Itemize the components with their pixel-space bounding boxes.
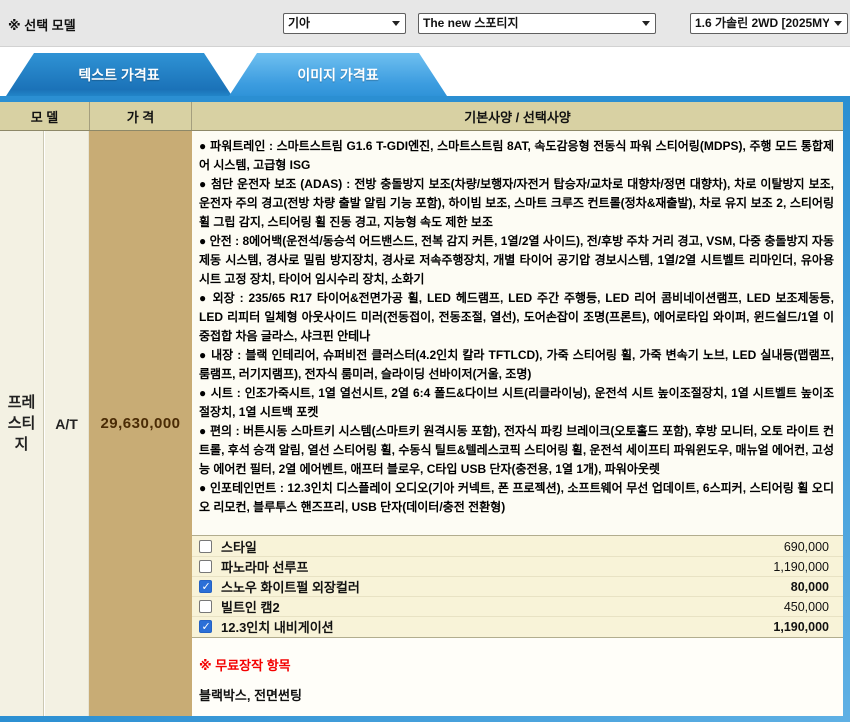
option-checkbox[interactable] [199, 580, 212, 593]
tab-text-price-table[interactable]: 텍스트 가격표 [6, 53, 232, 96]
table-header-model: 모 델 [0, 102, 90, 130]
base-price: 29,630,000 [100, 415, 180, 432]
brand-select[interactable]: 기아 [283, 13, 406, 34]
table-header-row: 모 델 가 격 기본사양 / 선택사양 [0, 102, 843, 131]
spec-item-interior: ● 내장 : 블랙 인테리어, 슈퍼비전 클러스터(4.2인치 칼라 TFTLC… [199, 346, 834, 384]
model-selector-bar: ※ 선택 모델 기아 The new 스포티지 1.6 가솔린 2WD [202… [0, 0, 850, 47]
spec-item-adas: ● 첨단 운전자 보조 (ADAS) : 전방 충돌방지 보조(차량/보행자/자… [199, 175, 834, 232]
spec-item-seat: ● 시트 : 인조가죽시트, 1열 열선시트, 2열 6:4 폴드&다이브 시트… [199, 384, 834, 422]
spec-item-infotainment: ● 인포테인먼트 : 12.3인치 디스플레이 오디오(기아 커넥트, 폰 프로… [199, 479, 834, 517]
model-select-wrap: The new 스포티지 [418, 13, 656, 34]
option-list: 스타일 690,000 파노라마 선루프 1,190,000 스노우 화이트펄 … [192, 535, 843, 637]
option-row-sunroof: 파노라마 선루프 1,190,000 [192, 557, 843, 577]
option-row-builtin-cam: 빌트인 캠2 450,000 [192, 597, 843, 617]
spec-item-convenience: ● 편의 : 버튼시동 스마트키 시스템(스마트키 원격시동 포함), 전자식 … [199, 422, 834, 479]
option-price: 1,190,000 [773, 620, 829, 634]
option-row-navigation: 12.3인치 내비게이션 1,190,000 [192, 617, 843, 636]
selected-model-label: ※ 선택 모델 [8, 15, 76, 34]
option-price: 690,000 [784, 540, 829, 554]
free-items-section: ※ 무료장작 항목 블랙박스, 전면썬팅 [192, 637, 843, 716]
option-checkbox[interactable] [199, 620, 212, 633]
tab-image-price-table[interactable]: 이미지 가격표 [229, 53, 447, 96]
trim-select-wrap: 1.6 가솔린 2WD [2025MY] [690, 13, 848, 34]
price-table-page: ※ 선택 모델 기아 The new 스포티지 1.6 가솔린 2WD [202… [0, 0, 850, 722]
tab-image-price-label: 이미지 가격표 [297, 65, 378, 85]
trim-name-cell: 프레스티지 [0, 131, 44, 716]
transmission-label: A/T [55, 416, 78, 432]
right-border-strip [843, 96, 850, 722]
bottom-border-strip [0, 716, 850, 722]
tab-text-price-label: 텍스트 가격표 [78, 65, 159, 85]
option-label: 스노우 화이트펄 외장컬러 [221, 577, 360, 596]
option-checkbox[interactable] [199, 560, 212, 573]
transmission-cell: A/T [45, 131, 89, 716]
option-label: 스타일 [221, 537, 257, 556]
base-spec-list: ● 파워트레인 : 스마트스트림 G1.6 T-GDI엔진, 스마트스트림 8A… [192, 131, 843, 535]
spec-item-safety: ● 안전 : 8에어백(운전석/동승석 어드밴스드, 전복 감지 커튼, 1열/… [199, 232, 834, 289]
option-price: 450,000 [784, 600, 829, 614]
option-label: 파노라마 선루프 [221, 557, 308, 576]
option-checkbox[interactable] [199, 600, 212, 613]
trim-select[interactable]: 1.6 가솔린 2WD [2025MY] [690, 13, 848, 34]
table-header-spec: 기본사양 / 선택사양 [192, 102, 843, 130]
option-price: 80,000 [791, 580, 829, 594]
free-items-title: ※ 무료장작 항목 [199, 655, 833, 674]
price-cell: 29,630,000 [89, 131, 192, 716]
spec-cell: ● 파워트레인 : 스마트스트림 G1.6 T-GDI엔진, 스마트스트림 8A… [192, 131, 843, 716]
option-label: 빌트인 캠2 [221, 597, 280, 616]
free-items-text: 블랙박스, 전면썬팅 [199, 685, 833, 704]
brand-select-wrap: 기아 [283, 13, 406, 34]
option-row-style: 스타일 690,000 [192, 537, 843, 557]
option-checkbox[interactable] [199, 540, 212, 553]
table-header-price: 가 격 [90, 102, 192, 130]
trim-name: 프레스티지 [5, 392, 39, 455]
option-price: 1,190,000 [773, 560, 829, 574]
option-row-exterior-color: 스노우 화이트펄 외장컬러 80,000 [192, 577, 843, 597]
model-select[interactable]: The new 스포티지 [418, 13, 656, 34]
option-label: 12.3인치 내비게이션 [221, 617, 334, 636]
spec-item-powertrain: ● 파워트레인 : 스마트스트림 G1.6 T-GDI엔진, 스마트스트림 8A… [199, 137, 834, 175]
spec-item-exterior: ● 외장 : 235/65 R17 타이어&전면가공 휠, LED 헤드램프, … [199, 289, 834, 346]
